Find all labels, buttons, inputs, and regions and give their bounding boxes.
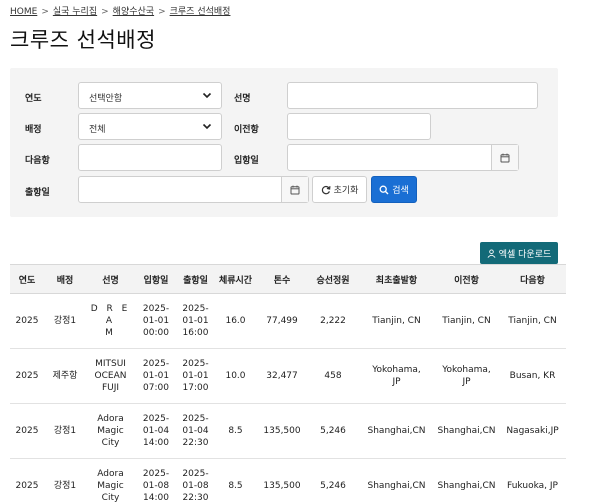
chevron-down-icon — [202, 123, 212, 130]
table-cell: 2025 — [10, 293, 44, 349]
ship-name-input[interactable] — [287, 82, 538, 109]
refresh-icon — [321, 185, 331, 194]
table-cell: 8.5 — [214, 458, 257, 504]
arrival-date-label: 입항일 — [234, 156, 259, 166]
table-cell: Fukuoka, JP — [499, 458, 566, 504]
berth-select[interactable]: 전체 — [78, 113, 222, 140]
calendar-icon — [290, 185, 300, 194]
table-cell: 2025 — [10, 348, 44, 404]
search-button-label: 검색 — [392, 186, 409, 196]
results-table: 연도 배정 선명 입항일 출항일 체류시간 톤수 승선정원 최초출발항 이전항 … — [10, 264, 566, 504]
next-port-label: 다음항 — [25, 156, 50, 166]
departure-date-label: 출항일 — [25, 188, 50, 198]
table-cell: Adora Magic City — [86, 403, 135, 459]
table-cell: 2025- 01-01 16:00 — [177, 293, 214, 349]
page-title: 크루즈 선석배정 — [10, 28, 156, 52]
table-cell: Adora Magic City — [86, 458, 135, 504]
table-cell: Nagasaki,JP — [499, 403, 566, 459]
table-cell: 135,500 — [257, 458, 307, 504]
table-cell: 2025- 01-08 22:30 — [177, 458, 214, 504]
table-cell: 77,499 — [257, 293, 307, 349]
table-cell: 2025- 01-01 07:00 — [135, 348, 177, 404]
user-download-icon — [487, 248, 496, 258]
breadcrumb-home-link[interactable]: HOME — [10, 7, 37, 17]
results-table-container[interactable]: 연도 배정 선명 입항일 출항일 체류시간 톤수 승선정원 최초출발항 이전항 … — [10, 264, 591, 504]
ship-name-label: 선명 — [234, 94, 251, 104]
next-port-input[interactable] — [78, 144, 222, 171]
table-cell: Shanghai,CN — [359, 458, 434, 504]
calendar-button[interactable] — [491, 145, 518, 170]
table-cell: Tianjin, CN — [499, 293, 566, 349]
table-cell: 458 — [307, 348, 359, 404]
column-header: 최초출발항 — [359, 264, 434, 294]
table-cell: 5,246 — [307, 458, 359, 504]
column-header: 연도 — [10, 264, 44, 294]
column-header: 이전항 — [434, 264, 499, 294]
prev-port-label: 이전항 — [234, 125, 259, 135]
column-header: 다음항 — [499, 264, 566, 294]
table-cell: Yokohama, JP — [434, 348, 499, 404]
table-row[interactable]: 2025 강정1 D R E A M 2025- 01-01 00:00 202… — [10, 293, 566, 349]
column-header: 선명 — [86, 264, 135, 294]
year-label: 연도 — [25, 94, 42, 104]
table-cell: 2025- 01-01 17:00 — [177, 348, 214, 404]
table-cell: D R E A M — [86, 293, 135, 349]
table-cell: 강정1 — [44, 293, 86, 349]
table-cell: 2025- 01-04 14:00 — [135, 403, 177, 459]
table-cell: 32,477 — [257, 348, 307, 404]
table-cell: Shanghai,CN — [434, 458, 499, 504]
table-cell: 제주항 — [44, 348, 86, 404]
table-cell: 2025 — [10, 458, 44, 504]
table-cell: 강정1 — [44, 458, 86, 504]
breadcrumb-item-link[interactable]: 해양수산국 — [113, 7, 154, 17]
departure-date-input[interactable] — [78, 176, 309, 203]
chevron-down-icon — [202, 92, 212, 99]
year-select[interactable]: 선택안함 — [78, 82, 222, 109]
column-header: 톤수 — [257, 264, 307, 294]
column-header: 체류시간 — [214, 264, 257, 294]
berth-label: 배정 — [25, 125, 42, 135]
search-button[interactable]: 검색 — [371, 176, 417, 203]
table-cell: 2025- 01-04 22:30 — [177, 403, 214, 459]
column-header: 배정 — [44, 264, 86, 294]
table-cell: 2025- 01-08 14:00 — [135, 458, 177, 504]
table-row[interactable]: 2025 제주항 MITSUI OCEAN FUJI 2025- 01-01 0… — [10, 348, 566, 404]
column-header: 승선정원 — [307, 264, 359, 294]
reset-button-label: 초기화 — [333, 186, 359, 196]
table-cell: 16.0 — [214, 293, 257, 349]
table-cell: Shanghai,CN — [359, 403, 434, 459]
table-row[interactable]: 2025 강정1 Adora Magic City 2025- 01-08 14… — [10, 458, 566, 504]
table-cell: 5,246 — [307, 403, 359, 459]
table-cell: Tianjin, CN — [359, 293, 434, 349]
table-cell: Shanghai,CN — [434, 403, 499, 459]
table-cell: 2025- 01-01 00:00 — [135, 293, 177, 349]
prev-port-input[interactable] — [287, 113, 431, 140]
reset-button[interactable]: 초기화 — [312, 176, 367, 203]
table-cell: 8.5 — [214, 403, 257, 459]
arrival-date-input[interactable] — [287, 144, 519, 171]
column-header: 입항일 — [135, 264, 177, 294]
table-cell: MITSUI OCEAN FUJI — [86, 348, 135, 404]
table-row[interactable]: 2025 강정1 Adora Magic City 2025- 01-04 14… — [10, 403, 566, 459]
berth-select-value: 전체 — [89, 125, 106, 135]
table-cell: Busan, KR — [499, 348, 566, 404]
column-header: 출항일 — [177, 264, 214, 294]
excel-download-button[interactable]: 엑셀 다운로드 — [480, 242, 558, 264]
table-header-row: 연도 배정 선명 입항일 출항일 체류시간 톤수 승선정원 최초출발항 이전항 … — [10, 264, 566, 294]
search-icon — [379, 185, 389, 194]
table-cell: 135,500 — [257, 403, 307, 459]
calendar-button[interactable] — [281, 177, 308, 202]
table-cell: Yokohama, JP — [359, 348, 434, 404]
table-cell: 10.0 — [214, 348, 257, 404]
table-cell: Tianjin, CN — [434, 293, 499, 349]
table-cell: 2,222 — [307, 293, 359, 349]
breadcrumb-item-link[interactable]: 실국 누리집 — [53, 7, 97, 17]
year-select-value: 선택안함 — [89, 94, 123, 104]
breadcrumb: HOME > 실국 누리집 > 해양수산국 > 크루즈 선석배정 — [10, 7, 231, 17]
table-cell: 2025 — [10, 403, 44, 459]
excel-download-label: 엑셀 다운로드 — [498, 249, 552, 260]
calendar-icon — [500, 153, 510, 162]
breadcrumb-current[interactable]: 크루즈 선석배정 — [170, 7, 231, 17]
table-cell: 강정1 — [44, 403, 86, 459]
